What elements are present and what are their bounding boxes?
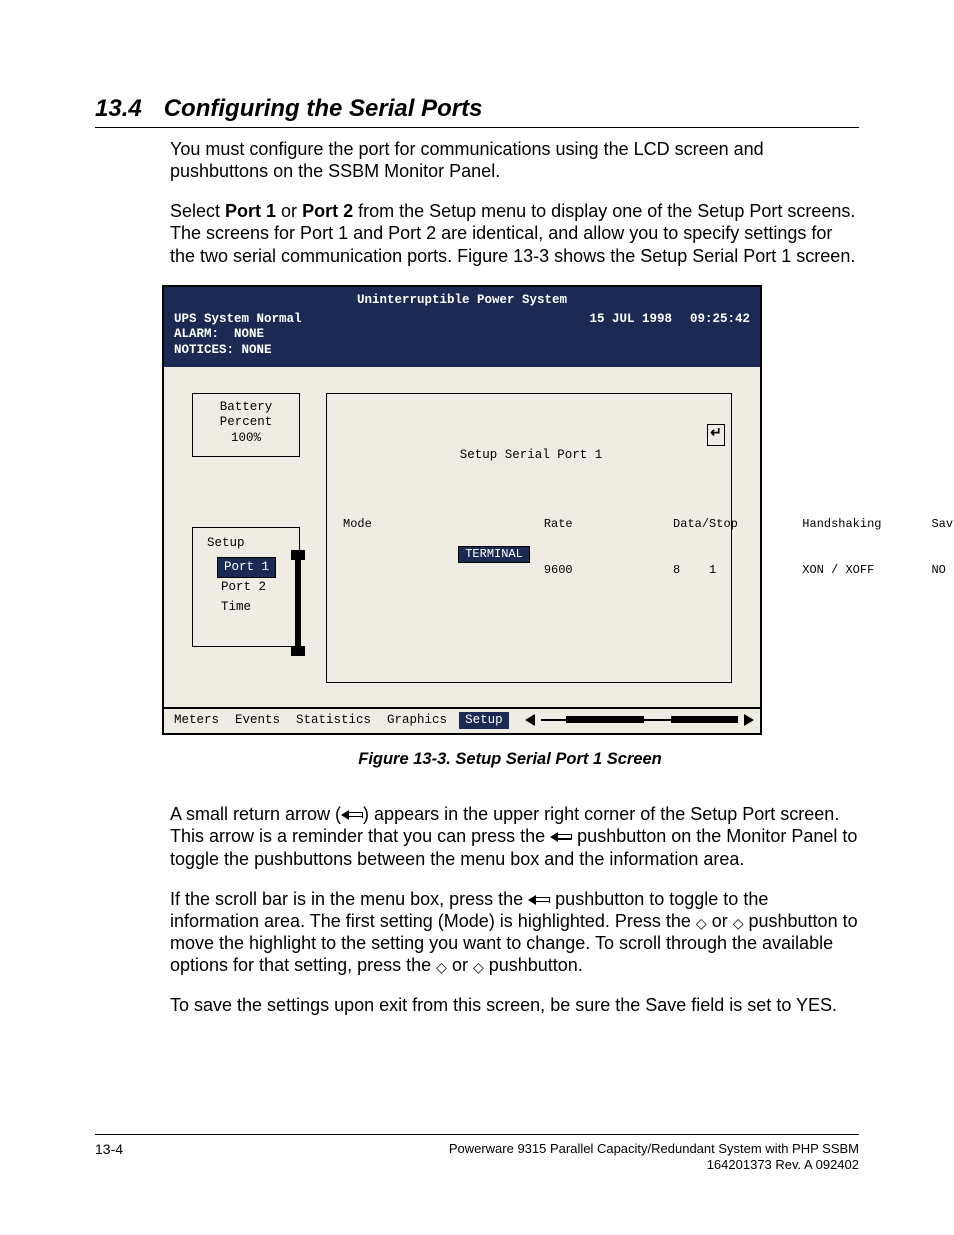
return-arrow-icon xyxy=(550,826,572,846)
down-arrow-icon: ◇ xyxy=(473,960,484,974)
footer-line1: Powerware 9315 Parallel Capacity/Redunda… xyxy=(449,1141,859,1156)
settings-row: Mode TERMINAL Rate 9600 Data/Stop 8 1 xyxy=(343,487,719,607)
section-title: Configuring the Serial Ports xyxy=(164,95,483,123)
lcd-title: Uninterruptible Power System xyxy=(174,293,750,308)
tab-statistics[interactable]: Statistics xyxy=(292,713,375,728)
tab-events[interactable]: Events xyxy=(231,713,284,728)
paragraph-1: You must configure the port for communic… xyxy=(170,138,858,182)
setup-menu-title: Setup xyxy=(207,534,289,553)
lcd-alarm-label: ALARM: xyxy=(174,327,219,341)
lcd-status: UPS System Normal xyxy=(174,312,302,327)
up-arrow-icon: ◇ xyxy=(436,960,447,974)
battery-line: 100% xyxy=(193,431,299,447)
menu-item-port2[interactable]: Port 2 xyxy=(217,580,270,594)
lcd-body: Battery Percent 100% Setup Port 1 Port 2… xyxy=(164,367,760,707)
battery-panel: Battery Percent 100% xyxy=(192,393,300,457)
return-arrow-icon xyxy=(341,804,363,824)
left-arrow-icon: ◇ xyxy=(696,916,707,930)
lcd-notices-value: NONE xyxy=(242,343,272,357)
setup-menu-scrollbar[interactable] xyxy=(295,556,301,650)
lcd-date: 15 JUL 1998 xyxy=(589,312,672,327)
paragraph-2: Select Port 1 or Port 2 from the Setup m… xyxy=(170,200,858,266)
footer-line2: 164201373 Rev. A 092402 xyxy=(707,1157,859,1172)
lcd-figure: Uninterruptible Power System UPS System … xyxy=(162,285,858,770)
paragraph-4: If the scroll bar is in the menu box, pr… xyxy=(170,888,858,977)
return-arrow-icon[interactable] xyxy=(707,424,725,446)
lcd-menubar: Meters Events Statistics Graphics Setup xyxy=(164,707,760,733)
paragraph-3: A small return arrow () appears in the u… xyxy=(170,803,858,869)
col-datastop[interactable]: Data/Stop 8 1 xyxy=(673,487,788,607)
setup-port-title: Setup Serial Port 1 xyxy=(343,448,719,463)
menu-item-port1[interactable]: Port 1 xyxy=(217,557,276,578)
page-footer: 13-4 Powerware 9315 Parallel Capacity/Re… xyxy=(95,1134,859,1174)
footer-page-number: 13-4 xyxy=(95,1141,123,1157)
col-mode[interactable]: Mode TERMINAL xyxy=(343,487,530,607)
tab-graphics[interactable]: Graphics xyxy=(383,713,451,728)
col-rate[interactable]: Rate 9600 xyxy=(544,487,659,607)
right-arrow-icon: ◇ xyxy=(733,916,744,930)
menu-item-time[interactable]: Time xyxy=(217,600,255,614)
lcd-time: 09:25:42 xyxy=(690,312,750,327)
lcd-alarm-value: NONE xyxy=(234,327,264,341)
paragraph-5: To save the settings upon exit from this… xyxy=(170,994,858,1016)
section-heading: 13.4 Configuring the Serial Ports xyxy=(95,95,859,128)
section-number: 13.4 xyxy=(95,95,142,123)
battery-line: Percent xyxy=(193,415,299,431)
tab-setup[interactable]: Setup xyxy=(459,712,509,729)
setup-menu-panel[interactable]: Setup Port 1 Port 2 Time xyxy=(192,527,300,647)
figure-caption: Figure 13-3. Setup Serial Port 1 Screen xyxy=(162,749,858,769)
col-handshaking[interactable]: Handshaking XON / XOFF xyxy=(802,487,917,607)
tab-meters[interactable]: Meters xyxy=(170,713,223,728)
setup-port-panel: Setup Serial Port 1 Mode TERMINAL Rate 9… xyxy=(326,393,732,683)
return-arrow-icon xyxy=(528,889,550,909)
lcd-screen: Uninterruptible Power System UPS System … xyxy=(162,285,762,735)
col-save[interactable]: Save NO xyxy=(931,487,954,607)
lcd-header: Uninterruptible Power System UPS System … xyxy=(164,287,760,367)
lcd-notices-label: NOTICES: xyxy=(174,343,234,357)
menubar-slider[interactable] xyxy=(525,715,754,725)
battery-line: Battery xyxy=(193,400,299,416)
